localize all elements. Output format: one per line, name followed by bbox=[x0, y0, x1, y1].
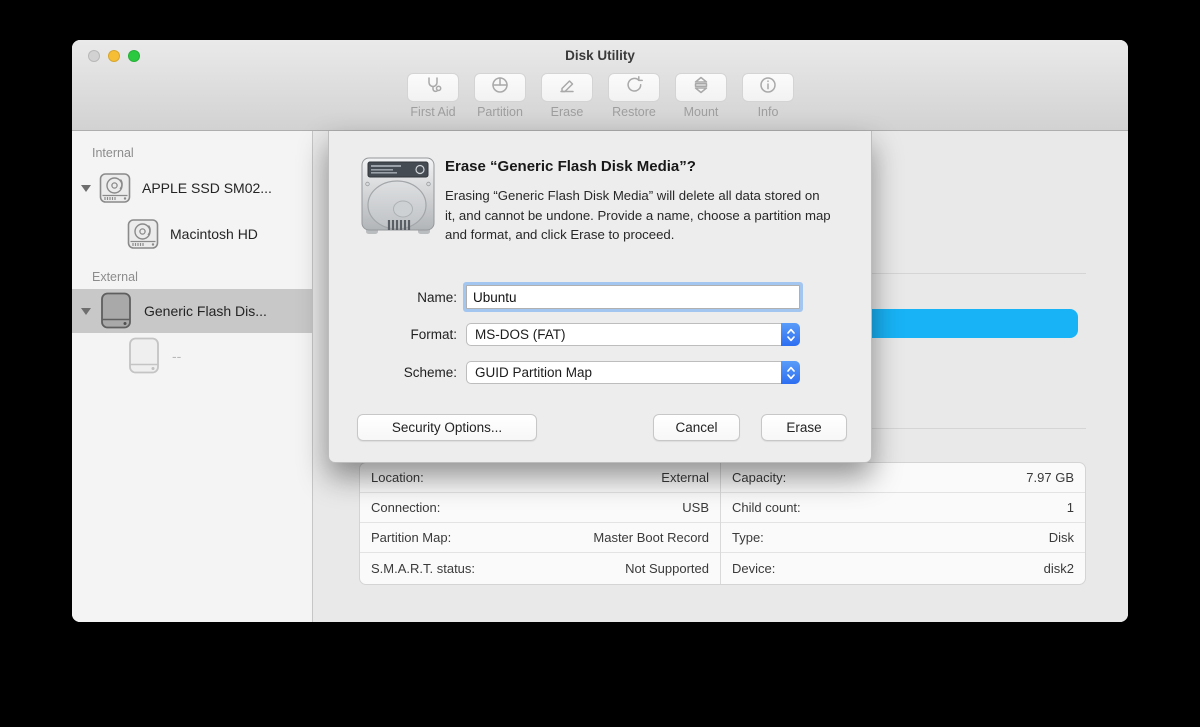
info-value: External bbox=[661, 470, 709, 485]
format-popup[interactable]: MS-DOS (FAT) bbox=[466, 323, 800, 346]
disk-name: -- bbox=[172, 348, 181, 364]
disclosure-triangle-icon[interactable] bbox=[81, 308, 91, 315]
info-value: Not Supported bbox=[625, 561, 709, 576]
internal-disk-icon bbox=[126, 217, 160, 251]
name-field-row: Name: bbox=[329, 285, 800, 309]
format-label: Format: bbox=[329, 327, 466, 342]
disk-name: Macintosh HD bbox=[170, 226, 258, 242]
toolbar-mount[interactable]: Mount bbox=[670, 73, 732, 119]
stethoscope-icon bbox=[423, 75, 443, 100]
disk-name: Generic Flash Dis... bbox=[144, 303, 267, 319]
disk-info-table: Location: External Connection: USB Parti… bbox=[359, 462, 1086, 585]
restore-arrow-icon bbox=[624, 75, 644, 100]
partition-button[interactable] bbox=[474, 73, 526, 102]
info-row-device: Device: disk2 bbox=[721, 553, 1085, 583]
restore-button[interactable] bbox=[608, 73, 660, 102]
info-row-location: Location: External bbox=[360, 463, 720, 493]
scheme-label: Scheme: bbox=[329, 365, 466, 380]
sidebar-section-internal: Internal bbox=[92, 145, 312, 161]
toolbar-label: Mount bbox=[684, 105, 719, 119]
dialog-title: Erase “Generic Flash Disk Media”? bbox=[445, 158, 696, 175]
cancel-button[interactable]: Cancel bbox=[653, 414, 740, 441]
info-label: Child count: bbox=[732, 500, 801, 515]
info-label: Partition Map: bbox=[371, 530, 451, 545]
info-value: USB bbox=[682, 500, 709, 515]
toolbar-first-aid[interactable]: First Aid bbox=[402, 73, 464, 119]
hard-drive-icon bbox=[358, 152, 438, 243]
info-value: Disk bbox=[1049, 530, 1074, 545]
toolbar-partition[interactable]: Partition bbox=[469, 73, 531, 119]
toolbar-label: Erase bbox=[551, 105, 584, 119]
info-value: Master Boot Record bbox=[593, 530, 709, 545]
info-column-right: Capacity: 7.97 GB Child count: 1 Type: D… bbox=[721, 463, 1085, 584]
sidebar: Internal APPLE SSD SM02... Macintosh HD … bbox=[72, 131, 313, 622]
toolbar-label: Info bbox=[758, 105, 779, 119]
scheme-field-row: Scheme: GUID Partition Map bbox=[329, 361, 800, 384]
erase-button[interactable]: Erase bbox=[761, 414, 847, 441]
external-disk-faded-icon bbox=[126, 336, 162, 376]
security-options-button[interactable]: Security Options... bbox=[357, 414, 537, 441]
mount-eject-icon bbox=[691, 75, 711, 100]
info-value: disk2 bbox=[1044, 561, 1074, 576]
eraser-icon bbox=[557, 75, 577, 100]
mount-button[interactable] bbox=[675, 73, 727, 102]
info-row-child-count: Child count: 1 bbox=[721, 493, 1085, 523]
toolbar-label: Partition bbox=[477, 105, 523, 119]
pie-chart-icon bbox=[490, 75, 510, 100]
info-label: Device: bbox=[732, 561, 775, 576]
info-label: S.M.A.R.T. status: bbox=[371, 561, 475, 576]
window-header: Disk Utility First Aid bbox=[72, 40, 1128, 131]
window-title: Disk Utility bbox=[72, 48, 1128, 63]
screenshot-canvas: Disk Utility First Aid bbox=[0, 0, 1200, 727]
scheme-popup[interactable]: GUID Partition Map bbox=[466, 361, 800, 384]
scheme-selected-value: GUID Partition Map bbox=[467, 365, 781, 380]
info-label: Type: bbox=[732, 530, 764, 545]
dialog-message: Erasing “Generic Flash Disk Media” will … bbox=[445, 186, 831, 245]
info-row-smart-status: S.M.A.R.T. status: Not Supported bbox=[360, 553, 720, 583]
toolbar-label: First Aid bbox=[410, 105, 455, 119]
name-input[interactable] bbox=[466, 285, 800, 309]
info-value: 1 bbox=[1067, 500, 1074, 515]
sidebar-item-unnamed-volume[interactable]: -- bbox=[72, 333, 312, 379]
info-label: Connection: bbox=[371, 500, 440, 515]
popup-arrows-icon bbox=[781, 361, 800, 384]
info-column-left: Location: External Connection: USB Parti… bbox=[360, 463, 721, 584]
sidebar-item-generic-flash[interactable]: Generic Flash Dis... bbox=[72, 289, 312, 333]
format-field-row: Format: MS-DOS (FAT) bbox=[329, 323, 800, 346]
info-label: Capacity: bbox=[732, 470, 786, 485]
toolbar-info[interactable]: Info bbox=[737, 73, 799, 119]
info-row-connection: Connection: USB bbox=[360, 493, 720, 523]
sidebar-item-apple-ssd[interactable]: APPLE SSD SM02... bbox=[72, 165, 312, 211]
info-circle-icon bbox=[758, 75, 778, 100]
toolbar-restore[interactable]: Restore bbox=[603, 73, 665, 119]
info-value: 7.97 GB bbox=[1026, 470, 1074, 485]
toolbar: First Aid Partition bbox=[402, 73, 799, 119]
eraser-icon-button[interactable] bbox=[541, 73, 593, 102]
toolbar-label: Restore bbox=[612, 105, 656, 119]
erase-dialog: Erase “Generic Flash Disk Media”? Erasin… bbox=[328, 131, 872, 463]
info-button[interactable] bbox=[742, 73, 794, 102]
internal-disk-icon bbox=[98, 171, 132, 205]
format-selected-value: MS-DOS (FAT) bbox=[467, 327, 781, 342]
disk-name: APPLE SSD SM02... bbox=[142, 180, 272, 196]
sidebar-item-macintosh-hd[interactable]: Macintosh HD bbox=[72, 211, 312, 257]
info-row-type: Type: Disk bbox=[721, 523, 1085, 553]
info-row-partition-map: Partition Map: Master Boot Record bbox=[360, 523, 720, 553]
info-row-capacity: Capacity: 7.97 GB bbox=[721, 463, 1085, 493]
disk-utility-window: Disk Utility First Aid bbox=[72, 40, 1128, 622]
disclosure-triangle-icon[interactable] bbox=[81, 185, 91, 192]
name-label: Name: bbox=[329, 290, 466, 305]
first-aid-button[interactable] bbox=[407, 73, 459, 102]
external-disk-icon bbox=[98, 291, 134, 331]
sidebar-section-external: External bbox=[92, 269, 312, 285]
info-label: Location: bbox=[371, 470, 424, 485]
popup-arrows-icon bbox=[781, 323, 800, 346]
toolbar-erase[interactable]: Erase bbox=[536, 73, 598, 119]
